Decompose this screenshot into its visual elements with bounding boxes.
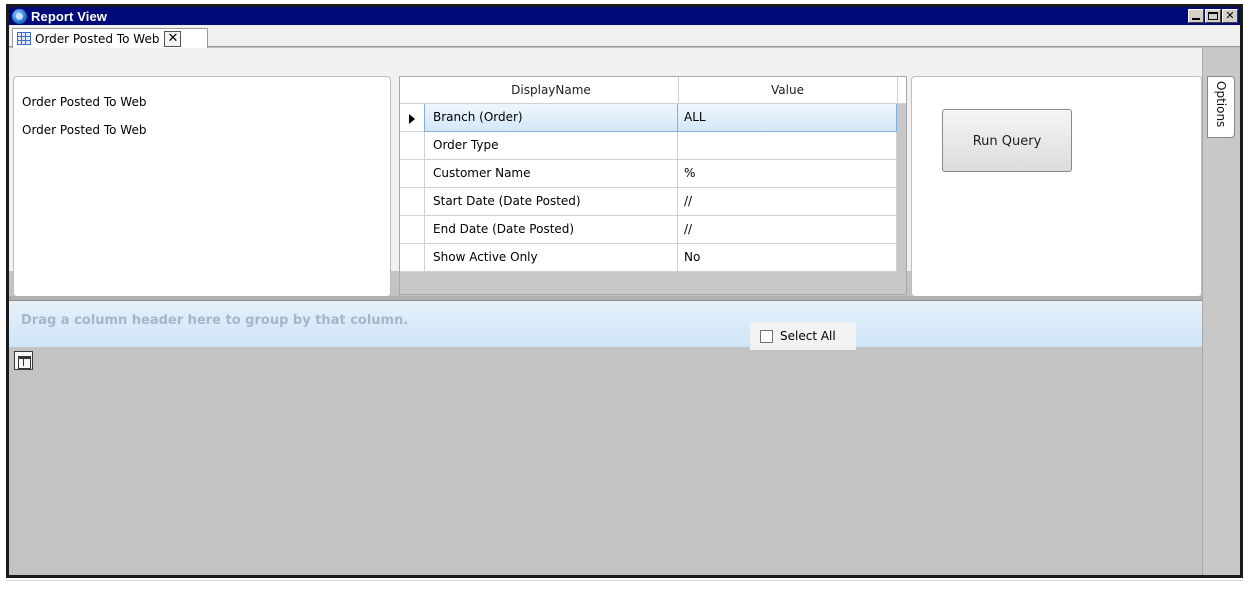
app-icon [12, 8, 27, 24]
column-chooser-icon[interactable] [14, 351, 33, 370]
window-controls: ✕ [1187, 9, 1238, 23]
minimize-icon [1192, 18, 1200, 20]
close-icon: ✕ [167, 30, 179, 46]
parameter-name: Branch (Order) [424, 104, 678, 132]
parameter-row-branch[interactable]: Branch (Order) ALL [400, 104, 897, 132]
select-all-checkbox[interactable] [760, 329, 773, 343]
parameter-name: Order Type [424, 132, 678, 160]
row-indicator [400, 104, 424, 132]
close-button[interactable]: ✕ [1222, 9, 1238, 23]
parameter-row-order-type[interactable]: Order Type [400, 132, 897, 160]
select-all-control[interactable]: Select All [750, 322, 856, 350]
report-list-item[interactable]: Order Posted To Web [22, 95, 146, 109]
window-title: Report View [31, 8, 107, 24]
parameter-name: End Date (Date Posted) [424, 216, 678, 244]
row-indicator [400, 132, 424, 160]
parameter-name: Start Date (Date Posted) [424, 188, 678, 216]
parameters-grid-header: DisplayName Value [400, 77, 906, 104]
parameter-value[interactable]: % [678, 160, 897, 188]
row-indicator [400, 244, 424, 272]
report-list-item[interactable]: Order Posted To Web [22, 123, 146, 137]
actions-panel: Run Query [911, 76, 1202, 297]
row-indicator [400, 188, 424, 216]
options-tab[interactable]: Options [1207, 76, 1235, 138]
select-all-label: Select All [780, 329, 836, 343]
group-by-panel[interactable]: Drag a column header here to group by th… [9, 301, 1202, 347]
parameter-name: Customer Name [424, 160, 678, 188]
report-view-window: Report View ✕ Order Posted To Web ✕ Orde… [6, 4, 1243, 578]
parameter-row-show-active-only[interactable]: Show Active Only No [400, 244, 897, 272]
row-indicator [400, 160, 424, 188]
options-label: Options [1214, 81, 1228, 128]
grid-icon [17, 32, 31, 45]
window-bottom-edge [6, 580, 1243, 581]
maximize-button[interactable] [1205, 9, 1221, 23]
parameter-value[interactable]: // [678, 188, 897, 216]
report-main-area: Order Posted To Web Order Posted To Web … [9, 48, 1202, 575]
parameter-value[interactable]: No [678, 244, 897, 272]
tab-order-posted-to-web[interactable]: Order Posted To Web ✕ [12, 28, 208, 48]
tab-close-button[interactable]: ✕ [164, 30, 182, 47]
parameter-row-end-date[interactable]: End Date (Date Posted) // [400, 216, 897, 244]
close-icon: ✕ [1225, 9, 1235, 22]
column-header-displayname[interactable]: DisplayName [424, 77, 678, 104]
parameter-row-start-date[interactable]: Start Date (Date Posted) // [400, 188, 897, 216]
parameter-name: Show Active Only [424, 244, 678, 272]
parameter-row-customer-name[interactable]: Customer Name % [400, 160, 897, 188]
parameter-value[interactable]: // [678, 216, 897, 244]
row-indicator [400, 216, 424, 244]
title-bar[interactable]: Report View ✕ [9, 7, 1240, 25]
maximize-icon [1208, 12, 1218, 20]
report-list-panel: Order Posted To Web Order Posted To Web [13, 76, 391, 297]
tab-label: Order Posted To Web [35, 31, 160, 46]
current-row-arrow-icon [409, 114, 415, 124]
run-query-button[interactable]: Run Query [942, 109, 1072, 172]
parameters-grid: DisplayName Value Branch (Order) ALL Ord… [399, 76, 907, 295]
parameter-value[interactable] [678, 132, 897, 160]
column-header-value[interactable]: Value [678, 77, 897, 104]
minimize-button[interactable] [1188, 9, 1204, 23]
group-by-hint: Drag a column header here to group by th… [21, 313, 409, 328]
document-tab-strip: Order Posted To Web ✕ [9, 25, 1240, 48]
side-panel: Options [1202, 48, 1240, 575]
parameter-value[interactable]: ALL [678, 104, 897, 132]
